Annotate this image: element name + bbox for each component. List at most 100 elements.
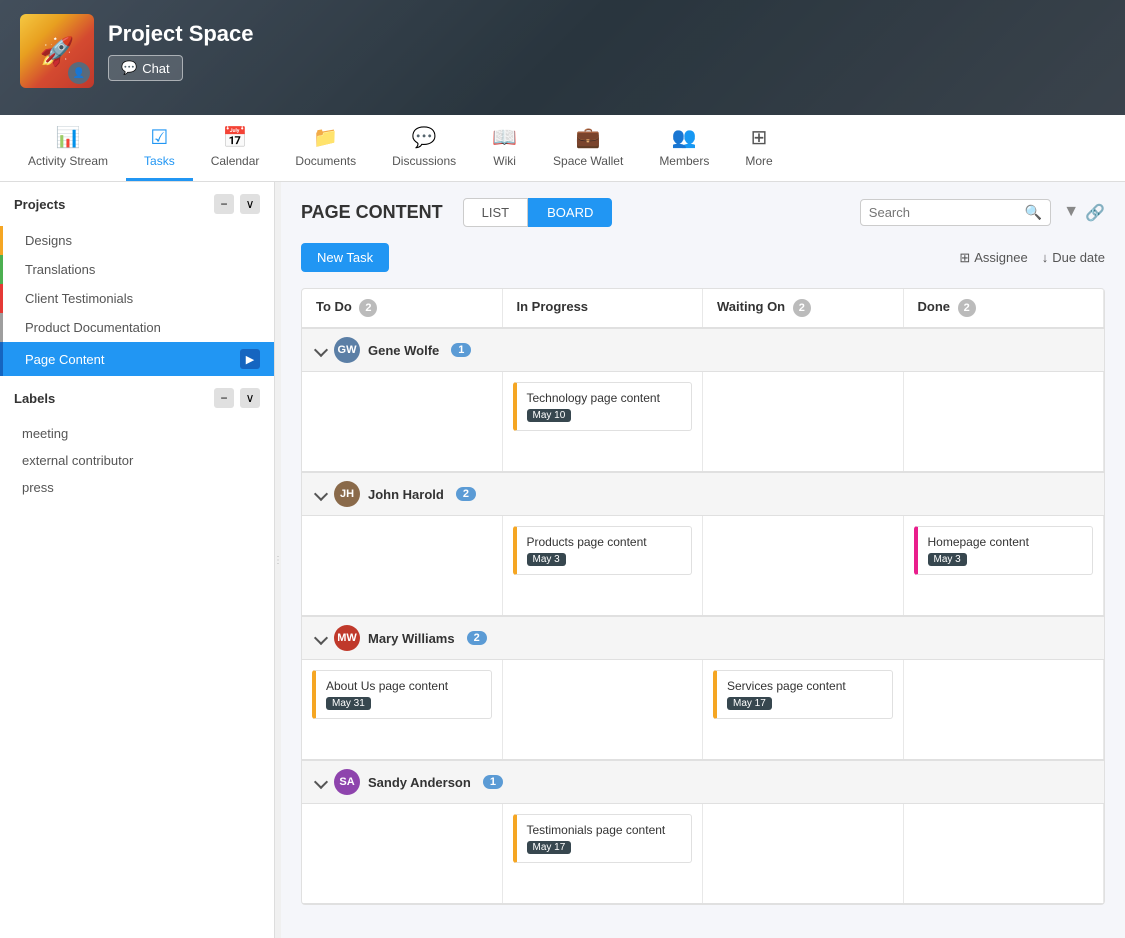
- nav-documents[interactable]: 📁 Documents: [277, 115, 374, 181]
- sidebar-item-page-content[interactable]: Page Content ▶: [0, 342, 274, 376]
- gene-todo-col: [302, 372, 503, 471]
- more-icon: ⊞: [751, 125, 768, 150]
- john-tasks-section: Products page content May 3 Homepage con…: [302, 516, 1104, 616]
- assignee-sort-icon: ⊞: [959, 250, 970, 266]
- list-view-button[interactable]: LIST: [463, 198, 528, 227]
- search-input[interactable]: [869, 205, 1019, 220]
- search-bar: 🔍: [860, 199, 1051, 226]
- tasks-icon: ☑: [150, 125, 168, 150]
- task-card[interactable]: About Us page content May 31: [312, 670, 492, 719]
- projects-expand-button[interactable]: ∨: [240, 194, 260, 214]
- content-header: PAGE CONTENT LIST BOARD 🔍 ▼ 🔗: [301, 198, 1105, 227]
- gene-done-col: [904, 372, 1105, 471]
- nav-calendar[interactable]: 📅 Calendar: [193, 115, 278, 181]
- task-date: May 3: [928, 553, 967, 566]
- assignee-row-john[interactable]: JH John Harold 2: [302, 472, 1104, 516]
- activity-stream-icon: 📊: [56, 125, 81, 150]
- label-item-meeting[interactable]: meeting: [0, 420, 274, 447]
- gene-count: 1: [451, 343, 471, 357]
- gene-inprogress-col: Technology page content May 10: [503, 372, 704, 471]
- task-card[interactable]: Products page content May 3: [513, 526, 693, 575]
- mary-chevron-icon: [314, 631, 328, 645]
- nav-members[interactable]: 👥 Members: [641, 115, 727, 181]
- sandy-avatar: SA: [334, 769, 360, 795]
- nav-bar: 📊 Activity Stream ☑ Tasks 📅 Calendar 📁 D…: [0, 115, 1125, 182]
- john-inprogress-col: Products page content May 3: [503, 516, 704, 615]
- nav-activity-stream[interactable]: 📊 Activity Stream: [10, 115, 126, 181]
- sidebar-item-designs[interactable]: Designs: [0, 226, 274, 255]
- nav-more[interactable]: ⊞ More: [727, 115, 790, 181]
- waiting-badge: 2: [793, 299, 811, 317]
- task-title: Homepage content: [928, 535, 1083, 549]
- gene-name: Gene Wolfe: [368, 343, 439, 358]
- labels-minus-button[interactable]: −: [214, 388, 234, 408]
- task-date: May 17: [727, 697, 772, 710]
- col-header-waiting: Waiting On 2: [703, 289, 904, 327]
- nav-tasks[interactable]: ☑ Tasks: [126, 115, 193, 181]
- board: To Do 2 In Progress Waiting On 2 Done 2: [301, 288, 1105, 905]
- john-done-col: Homepage content May 3: [904, 516, 1105, 615]
- discussions-icon: 💬: [412, 125, 437, 150]
- chat-button[interactable]: 💬 Chat: [108, 55, 183, 81]
- app-logo: 👤: [20, 14, 94, 88]
- mary-waiting-col: Services page content May 17: [703, 660, 904, 759]
- projects-section-header: Projects − ∨: [0, 182, 274, 226]
- john-name: John Harold: [368, 487, 444, 502]
- mary-todo-col: About Us page content May 31: [302, 660, 503, 759]
- board-column-headers: To Do 2 In Progress Waiting On 2 Done 2: [302, 289, 1104, 328]
- mary-inprogress-col: [503, 660, 704, 759]
- john-todo-col: [302, 516, 503, 615]
- sandy-name: Sandy Anderson: [368, 775, 471, 790]
- due-date-sort-button[interactable]: ↓ Due date: [1042, 250, 1105, 265]
- task-title: Services page content: [727, 679, 882, 693]
- assignee-sort-button[interactable]: ⊞ Assignee: [959, 250, 1027, 266]
- task-card[interactable]: Services page content May 17: [713, 670, 893, 719]
- assignee-row-sandy[interactable]: SA Sandy Anderson 1: [302, 760, 1104, 804]
- john-avatar: JH: [334, 481, 360, 507]
- members-icon: 👥: [672, 125, 697, 150]
- task-title: Testimonials page content: [527, 823, 682, 837]
- sidebar-item-translations[interactable]: Translations: [0, 255, 274, 284]
- projects-minus-button[interactable]: −: [214, 194, 234, 214]
- nav-discussions[interactable]: 💬 Discussions: [374, 115, 474, 181]
- page-title: PAGE CONTENT: [301, 202, 443, 223]
- documents-icon: 📁: [313, 125, 338, 150]
- task-card[interactable]: Technology page content May 10: [513, 382, 693, 431]
- board-view-button[interactable]: BOARD: [528, 198, 612, 227]
- task-card[interactable]: Homepage content May 3: [914, 526, 1094, 575]
- main-layout: Projects − ∨ Designs Translations Client…: [0, 182, 1125, 938]
- john-count: 2: [456, 487, 476, 501]
- todo-badge: 2: [359, 299, 377, 317]
- assignee-row-mary[interactable]: MW Mary Williams 2: [302, 616, 1104, 660]
- sidebar-item-client-testimonials[interactable]: Client Testimonials: [0, 284, 274, 313]
- gene-chevron-icon: [314, 343, 328, 357]
- col-header-todo: To Do 2: [302, 289, 503, 327]
- label-item-external-contributor[interactable]: external contributor: [0, 447, 274, 474]
- nav-space-wallet[interactable]: 💼 Space Wallet: [535, 115, 641, 181]
- sandy-chevron-icon: [314, 775, 328, 789]
- label-item-press[interactable]: press: [0, 474, 274, 501]
- filter-icon[interactable]: ▼: [1063, 203, 1079, 223]
- sandy-todo-col: [302, 804, 503, 903]
- link-icon[interactable]: 🔗: [1085, 203, 1105, 223]
- labels-expand-button[interactable]: ∨: [240, 388, 260, 408]
- john-waiting-col: [703, 516, 904, 615]
- due-date-sort-icon: ↓: [1042, 250, 1049, 265]
- sidebar: Projects − ∨ Designs Translations Client…: [0, 182, 275, 938]
- task-title: Products page content: [527, 535, 682, 549]
- space-wallet-icon: 💼: [576, 125, 601, 150]
- sort-controls: ⊞ Assignee ↓ Due date: [959, 250, 1105, 266]
- nav-wiki[interactable]: 📖 Wiki: [474, 115, 535, 181]
- assignee-row-gene[interactable]: GW Gene Wolfe 1: [302, 328, 1104, 372]
- task-card[interactable]: Testimonials page content May 17: [513, 814, 693, 863]
- content-area: PAGE CONTENT LIST BOARD 🔍 ▼ 🔗 New Task: [281, 182, 1125, 938]
- search-icon: 🔍: [1025, 204, 1042, 221]
- task-title: Technology page content: [527, 391, 682, 405]
- mary-done-col: [904, 660, 1105, 759]
- mary-tasks-section: About Us page content May 31 Services pa…: [302, 660, 1104, 760]
- new-task-button[interactable]: New Task: [301, 243, 389, 272]
- sandy-inprogress-col: Testimonials page content May 17: [503, 804, 704, 903]
- sidebar-item-product-documentation[interactable]: Product Documentation: [0, 313, 274, 342]
- view-toggle: LIST BOARD: [463, 198, 613, 227]
- logo-badge: 👤: [68, 62, 90, 84]
